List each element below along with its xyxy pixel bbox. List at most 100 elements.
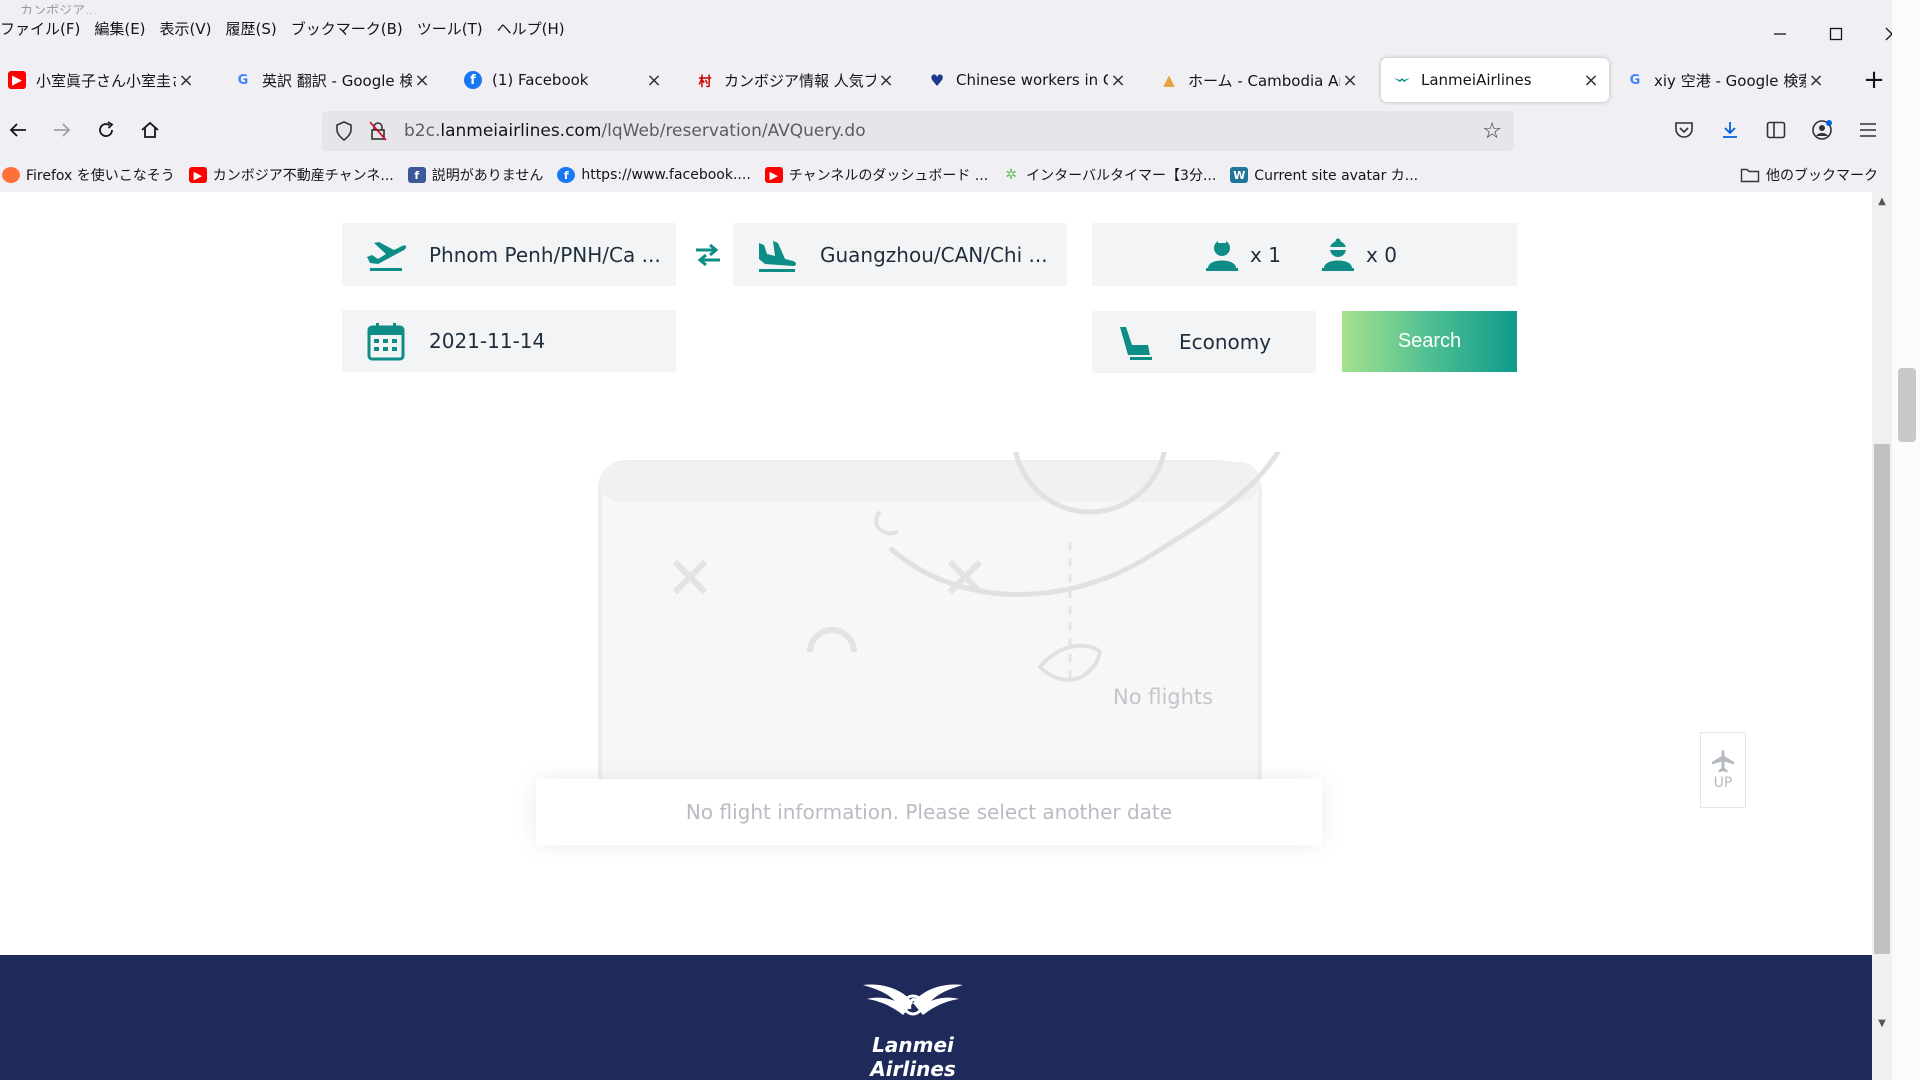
app-menu-button[interactable] [1850,112,1886,148]
page-scrollbar[interactable]: ▲ ▼ [1872,192,1892,1080]
tab-item[interactable]: ▶ 小室眞子さん小室圭さん × [0,58,204,102]
bookmark-label: 説明がありません [431,168,544,184]
destination-field[interactable]: Guangzhou/CAN/Chi ... [733,223,1067,286]
tab-close-icon[interactable]: × [412,70,432,91]
outer-scrollbar[interactable] [1892,0,1920,1080]
lanmei-icon [1393,71,1411,89]
browser-window: カンボジア… ファイル(F) 編集(E) 表示(V) 履歴(S) ブックマーク(… [0,0,1920,1080]
home-button[interactable] [132,112,168,148]
tab-close-icon[interactable]: × [176,70,196,91]
lanmei-logo[interactable]: Lanmei Airlines [838,979,988,1080]
hamburger-icon [1860,123,1876,137]
tab-label: Chinese workers in Cam [956,71,1108,89]
tab-close-icon[interactable]: × [644,70,664,91]
tab-item-active[interactable]: LanmeiAirlines × [1381,58,1609,102]
tab-label: (1) Facebook [492,71,589,89]
outer-scrollbar-thumb[interactable] [1898,368,1916,442]
bookmark-item[interactable]: ✲ インターバルタイマー【3分... [1002,165,1216,185]
tab-label: LanmeiAirlines [1421,71,1532,89]
bookmark-item[interactable]: Firefox を使いこなそう [2,165,175,185]
tab-close-icon[interactable]: × [1340,70,1360,91]
menu-history[interactable]: 履歴(S) [226,18,277,39]
no-flights-illustration [598,452,1281,812]
calendar-icon [367,323,405,361]
bookmark-star-icon[interactable]: ☆ [1482,119,1502,144]
menu-edit[interactable]: 編集(E) [94,18,145,39]
cabin-text: Economy [1179,330,1272,354]
tab-item[interactable]: G 英訳 翻訳 - Google 検索 × [222,58,440,102]
tab-item[interactable]: ▲ ホーム - Cambodia Angko × [1148,58,1368,102]
youtube-icon: ▶ [764,167,783,183]
pocket-button[interactable] [1666,112,1702,148]
search-button[interactable]: Search [1342,311,1517,372]
forward-arrow-icon [54,123,71,137]
reload-icon [99,121,114,137]
menu-tools[interactable]: ツール(T) [417,18,483,39]
tab-item[interactable]: f (1) Facebook × [452,58,672,102]
scroll-to-top-button[interactable]: UP [1700,732,1746,808]
bookmark-item[interactable]: W Current site avatar カ... [1230,165,1418,185]
tab-close-icon[interactable]: × [1108,70,1128,91]
reload-button[interactable] [88,112,124,148]
url-bar[interactable]: b2c.lanmeiairlines.com/lqWeb/reservation… [322,111,1514,151]
url-text[interactable]: b2c.lanmeiairlines.com/lqWeb/reservation… [404,121,866,141]
bookmarks-bar: Firefox を使いこなそう ▶ カンボジア不動産チャンネ... f 説明がありま… [0,160,1920,190]
minimize-button[interactable] [1752,14,1808,54]
other-bookmarks-button[interactable]: 他のブックマーク [1740,160,1878,190]
menu-bookmarks[interactable]: ブックマーク(B) [291,18,403,39]
insecure-lock-icon[interactable] [366,119,390,143]
menu-file[interactable]: ファイル(F) [0,18,80,39]
departure-date-field[interactable]: 2021-11-14 [342,310,676,372]
forward-button[interactable] [44,112,80,148]
tracking-shield-icon[interactable] [332,119,356,143]
menu-help[interactable]: ヘルプ(H) [497,18,565,39]
sidebar-icon [1766,121,1786,139]
url-prefix: b2c. [404,121,441,141]
scroll-up-icon[interactable]: ▲ [1876,196,1888,208]
bookmark-label: チャンネルのダッシュボード ... [788,168,989,184]
page-content: Phnom Penh/PNH/Ca ... Guangzhou/CAN/Chi … [0,192,1872,1080]
back-button[interactable] [0,112,36,148]
tab-close-icon[interactable]: × [876,70,896,91]
bookmark-item[interactable]: ▶ カンボジア不動産チャンネ... [188,165,394,185]
bookmark-label: Current site avatar カ... [1254,168,1419,184]
google-icon: G [237,72,249,88]
bookmark-item[interactable]: f 説明がありません [407,165,544,185]
youtube-icon: ▶ [8,71,26,89]
downloads-button[interactable] [1712,112,1748,148]
pocket-icon [1675,122,1693,138]
blog-icon: 村 [698,74,712,90]
tab-close-icon[interactable]: × [1806,70,1826,91]
other-bookmarks-label: 他のブックマーク [1766,168,1878,184]
bookmark-item[interactable]: ▶ チャンネルのダッシュボード ... [764,165,989,185]
swap-icon[interactable] [694,242,722,268]
tab-item[interactable]: G xiy 空港 - Google 検索 × [1614,58,1834,102]
plus-icon: + [1863,65,1885,95]
adult-count: x 1 [1202,238,1281,272]
scroll-down-icon[interactable]: ▼ [1876,1018,1888,1030]
new-tab-button[interactable]: + [1856,58,1892,102]
bookmark-label: インターバルタイマー【3分... [1026,168,1217,184]
tab-close-icon[interactable]: × [1581,70,1601,91]
bookmark-item[interactable]: f https://www.facebook.... [557,167,751,183]
cabin-class-field[interactable]: Economy [1092,311,1316,373]
tab-label: 英訳 翻訳 - Google 検索 [262,71,412,90]
footer-brand: Lanmei Airlines [870,1033,956,1080]
facebook-icon: f [464,71,482,89]
tab-bar: ▶ 小室眞子さん小室圭さん × G 英訳 翻訳 - Google 検索 × f … [0,58,1920,102]
maximize-button[interactable] [1808,14,1864,54]
url-host: lanmeiairlines.com [440,121,602,141]
menu-view[interactable]: 表示(V) [160,18,212,39]
bookmark-label: Firefox を使いこなそう [26,168,175,184]
tab-item[interactable]: 村 カンボジア情報 人気ブログ × [684,58,904,102]
youtube-icon: ▶ [188,167,207,183]
tab-label: ホーム - Cambodia Angko [1188,71,1340,90]
scrollbar-thumb[interactable] [1874,444,1890,954]
navigation-bar: b2c.lanmeiairlines.com/lqWeb/reservation… [0,108,1920,156]
tab-item[interactable]: ♥ Chinese workers in Cam × [916,58,1136,102]
lanmei-wings-icon [863,984,963,1016]
account-button[interactable] [1804,112,1840,148]
passenger-field[interactable]: x 1 x 0 [1092,223,1517,286]
origin-field[interactable]: Phnom Penh/PNH/Ca ... [342,223,676,286]
sidebar-button[interactable] [1758,112,1794,148]
